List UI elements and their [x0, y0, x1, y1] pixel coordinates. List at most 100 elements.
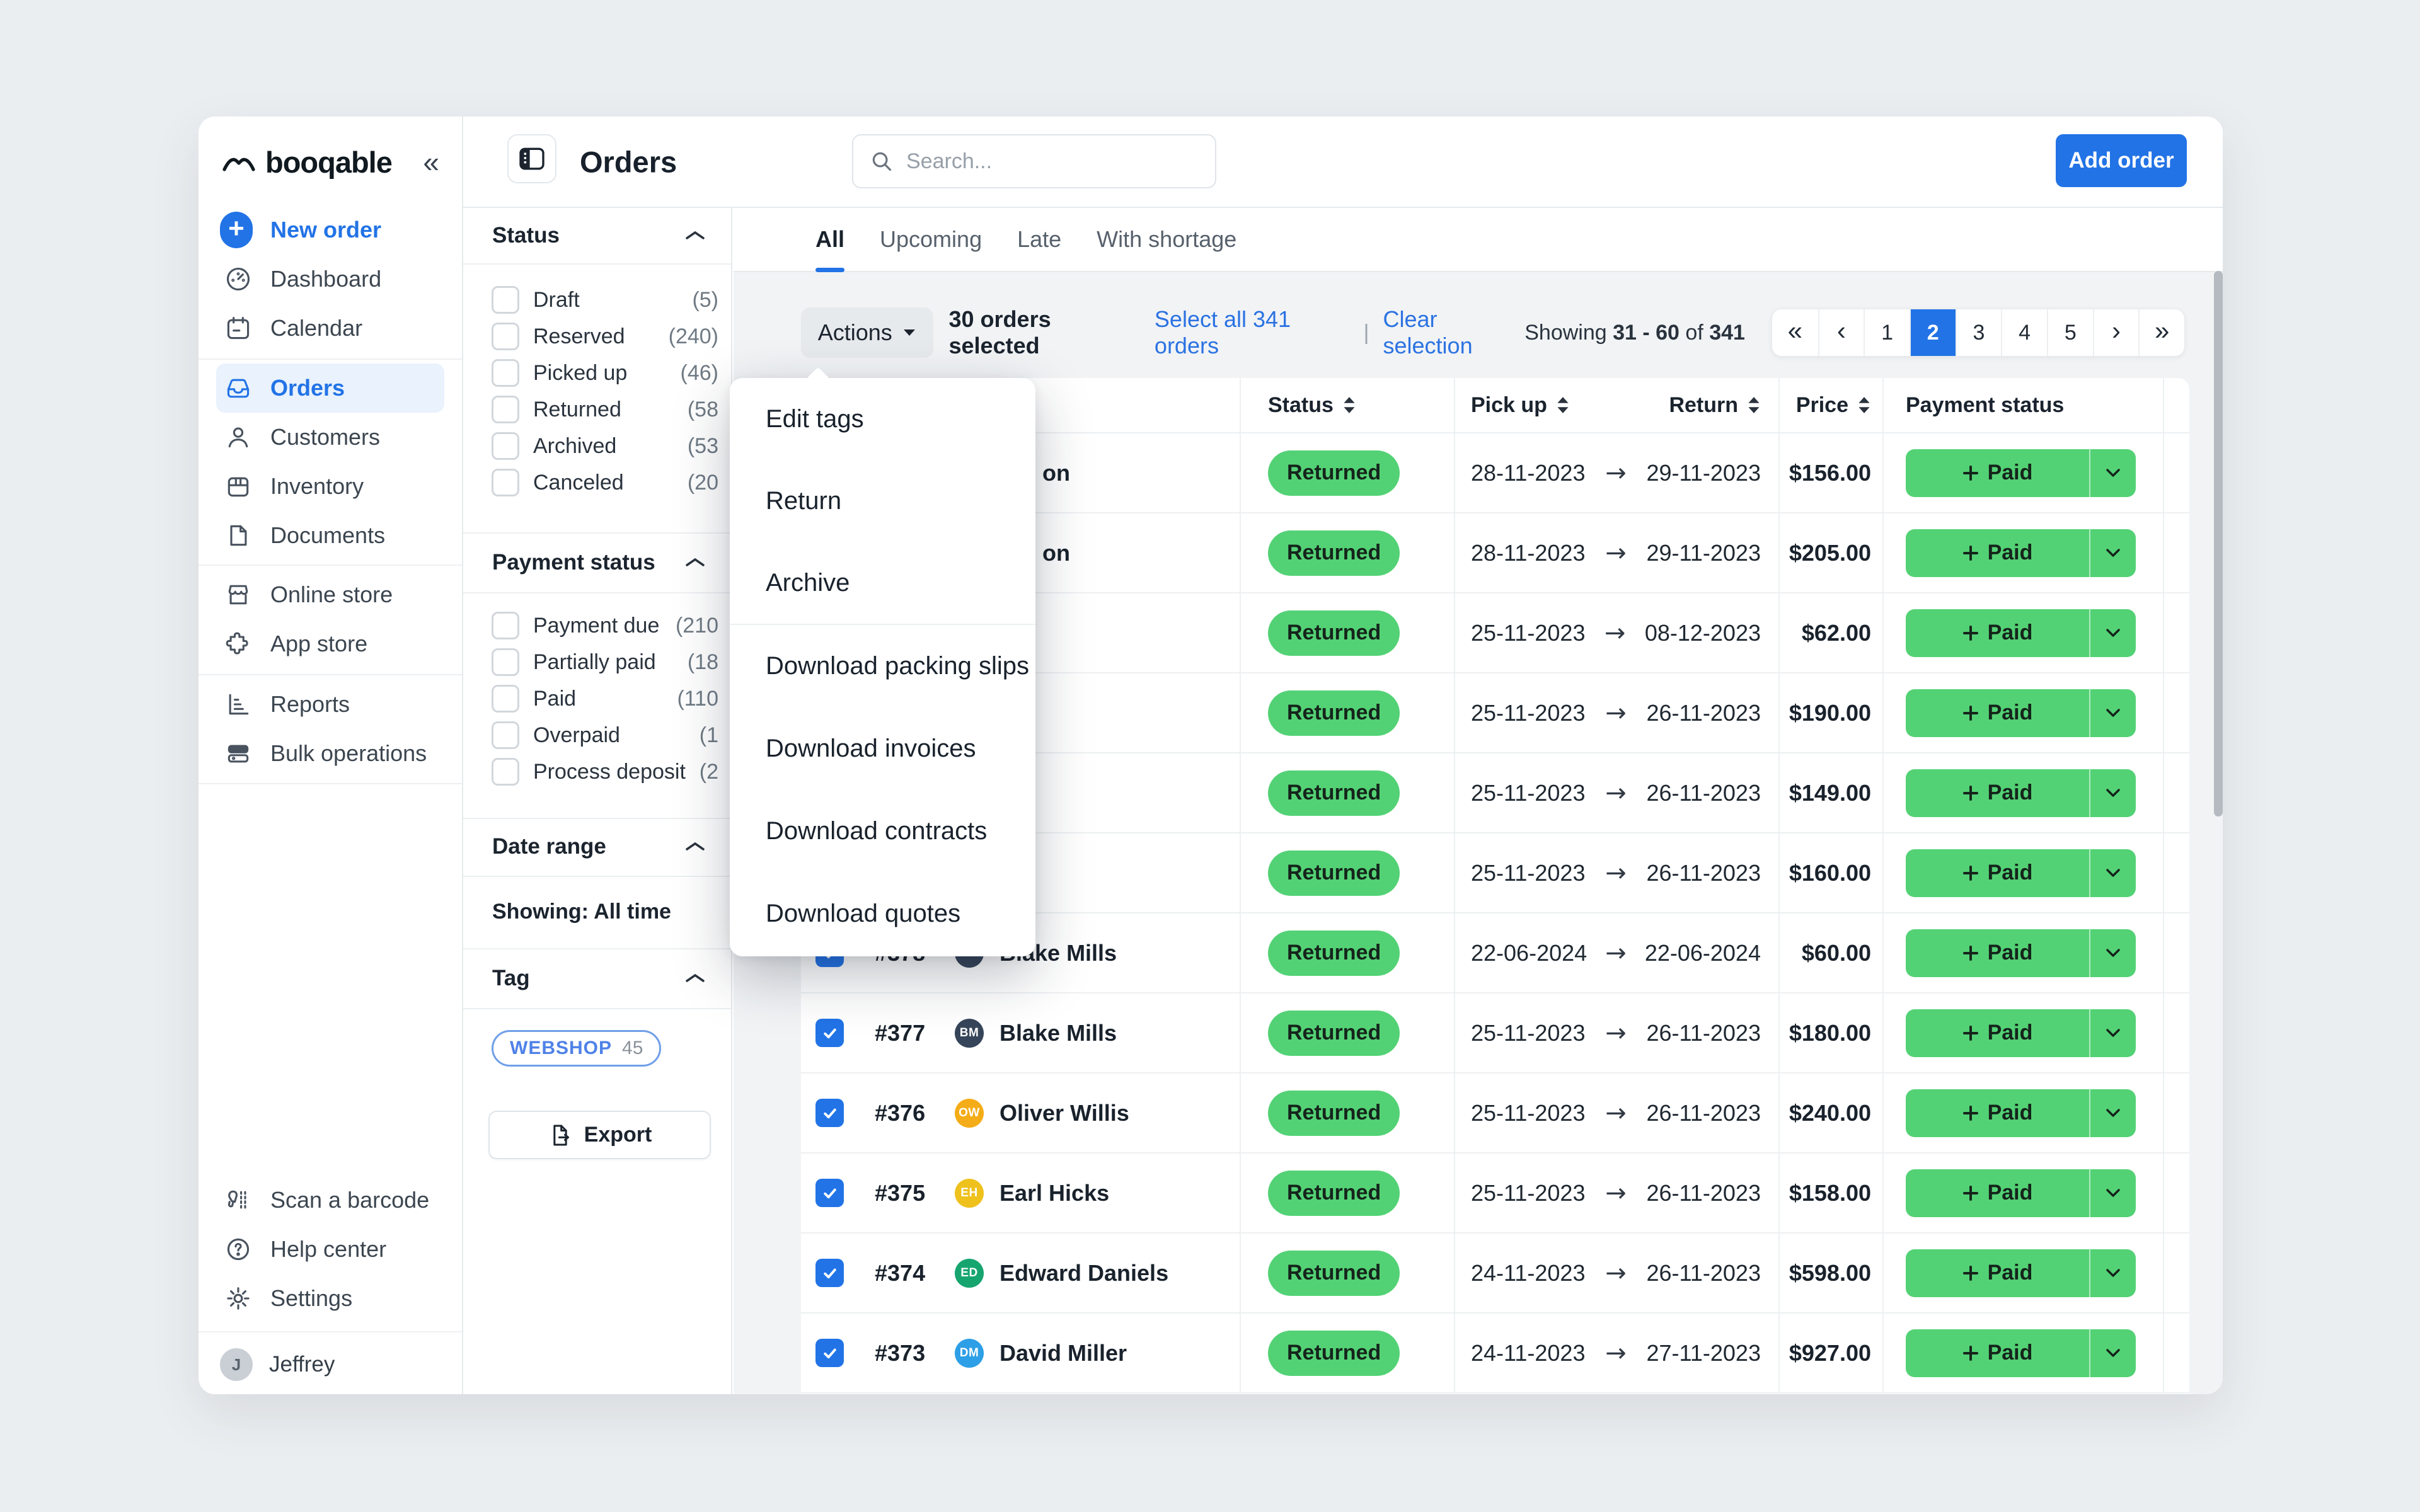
sidebar-item-bulk-operations[interactable]: Bulk operations: [216, 729, 444, 778]
row-checkbox-checked[interactable]: [815, 1019, 844, 1047]
page-button[interactable]: 5: [2047, 309, 2093, 356]
menu-item[interactable]: Archive: [730, 542, 1035, 624]
table-row[interactable]: #375 EH Earl Hicks Returned 25-11-2023 →…: [801, 1154, 2189, 1234]
checkbox-unchecked[interactable]: [492, 758, 519, 786]
payment-status-button[interactable]: Paid: [1906, 1169, 2136, 1217]
add-payment-paid[interactable]: Paid: [1906, 529, 2090, 577]
status-filter-option[interactable]: Draft (5): [463, 282, 731, 318]
payment-dropdown-toggle[interactable]: [2090, 1009, 2136, 1057]
checkbox-unchecked[interactable]: [492, 323, 519, 350]
add-payment-paid[interactable]: Paid: [1906, 1009, 2090, 1057]
tab[interactable]: All: [815, 208, 844, 271]
checkbox-unchecked[interactable]: [492, 648, 519, 676]
payment-status-button[interactable]: Paid: [1906, 929, 2136, 977]
checkbox-unchecked[interactable]: [492, 432, 519, 460]
export-button[interactable]: Export: [488, 1111, 711, 1159]
add-payment-paid[interactable]: Paid: [1906, 609, 2090, 657]
sidebar-item-settings[interactable]: Settings: [216, 1274, 444, 1323]
add-payment-paid[interactable]: Paid: [1906, 449, 2090, 497]
payment-filter-option[interactable]: Process deposit (2: [463, 753, 731, 790]
payment-filter-option[interactable]: Partially paid (18: [463, 644, 731, 680]
menu-item[interactable]: Download quotes: [730, 873, 1035, 955]
filter-section-tag[interactable]: Tag: [463, 948, 731, 1008]
table-row[interactable]: #373 DM David Miller Returned 24-11-2023…: [801, 1314, 2189, 1394]
status-filter-option[interactable]: Canceled (20: [463, 464, 731, 501]
sidebar-item-new-order[interactable]: New order: [216, 205, 444, 255]
clear-selection-link[interactable]: Clear selection: [1383, 306, 1525, 359]
payment-dropdown-toggle[interactable]: [2090, 1329, 2136, 1377]
table-row[interactable]: #377 BM Blake Mills Returned 25-11-2023 …: [801, 994, 2189, 1074]
checkbox-unchecked[interactable]: [492, 396, 519, 423]
status-filter-option[interactable]: Returned (58: [463, 391, 731, 428]
add-payment-paid[interactable]: Paid: [1906, 1169, 2090, 1217]
user-menu[interactable]: J Jeffrey: [199, 1335, 462, 1394]
payment-dropdown-toggle[interactable]: [2090, 1249, 2136, 1297]
add-payment-paid[interactable]: Paid: [1906, 1249, 2090, 1297]
tab[interactable]: Upcoming: [880, 208, 982, 271]
menu-item[interactable]: Download invoices: [730, 707, 1035, 790]
checkbox-unchecked[interactable]: [492, 685, 519, 713]
payment-status-button[interactable]: Paid: [1906, 769, 2136, 817]
column-return[interactable]: Return: [1669, 393, 1761, 418]
payment-dropdown-toggle[interactable]: [2090, 849, 2136, 897]
payment-dropdown-toggle[interactable]: [2090, 1169, 2136, 1217]
sort-icon[interactable]: [1342, 396, 1356, 415]
search-input[interactable]: Search...: [852, 134, 1216, 188]
select-all-link[interactable]: Select all 341 orders: [1155, 306, 1350, 359]
payment-filter-option[interactable]: Overpaid (1: [463, 717, 731, 753]
payment-dropdown-toggle[interactable]: [2090, 449, 2136, 497]
payment-status-button[interactable]: Paid: [1906, 609, 2136, 657]
payment-dropdown-toggle[interactable]: [2090, 689, 2136, 737]
payment-dropdown-toggle[interactable]: [2090, 609, 2136, 657]
add-payment-paid[interactable]: Paid: [1906, 1089, 2090, 1137]
sort-icon[interactable]: [1747, 396, 1761, 415]
sidebar-item-orders[interactable]: Orders: [216, 364, 444, 413]
payment-dropdown-toggle[interactable]: [2090, 929, 2136, 977]
table-row[interactable]: #376 OW Oliver Willis Returned 25-11-202…: [801, 1074, 2189, 1154]
payment-status-button[interactable]: Paid: [1906, 1009, 2136, 1057]
filter-section-payment-status[interactable]: Payment status: [463, 532, 731, 592]
add-payment-paid[interactable]: Paid: [1906, 849, 2090, 897]
sidebar-item-app-store[interactable]: App store: [216, 619, 444, 668]
window-scrollbar-thumb[interactable]: [2214, 271, 2223, 816]
page-button[interactable]: 1: [1864, 309, 1910, 356]
add-payment-paid[interactable]: Paid: [1906, 1329, 2090, 1377]
payment-status-button[interactable]: Paid: [1906, 529, 2136, 577]
page-button[interactable]: 4: [2001, 309, 2047, 356]
row-checkbox-checked[interactable]: [815, 1099, 844, 1127]
sidebar-item-scan-barcode[interactable]: Scan a barcode: [216, 1176, 444, 1225]
menu-item[interactable]: Edit tags: [730, 378, 1035, 460]
page-button[interactable]: 2: [1910, 309, 1956, 356]
table-row[interactable]: #374 ED Edward Daniels Returned 24-11-20…: [801, 1234, 2189, 1314]
tab[interactable]: Late: [1017, 208, 1061, 271]
collapse-sidebar-icon[interactable]: «: [423, 147, 439, 176]
sidebar-item-inventory[interactable]: Inventory: [216, 462, 444, 511]
tab[interactable]: With shortage: [1097, 208, 1236, 271]
sidebar-item-calendar[interactable]: Calendar: [216, 304, 444, 353]
add-payment-paid[interactable]: Paid: [1906, 929, 2090, 977]
sidebar-item-customers[interactable]: Customers: [216, 413, 444, 462]
column-price[interactable]: Price: [1780, 378, 1884, 432]
payment-status-button[interactable]: Paid: [1906, 449, 2136, 497]
payment-dropdown-toggle[interactable]: [2090, 529, 2136, 577]
page-button[interactable]: «: [1772, 309, 1818, 356]
page-button[interactable]: ‹: [1818, 309, 1864, 356]
tag-webshop-pill[interactable]: WEBSHOP 45: [492, 1030, 661, 1067]
status-filter-option[interactable]: Picked up (46): [463, 355, 731, 391]
sort-icon[interactable]: [1556, 396, 1570, 415]
sort-icon[interactable]: [1857, 396, 1871, 415]
sidebar-item-dashboard[interactable]: Dashboard: [216, 255, 444, 304]
menu-item[interactable]: Download contracts: [730, 790, 1035, 873]
payment-dropdown-toggle[interactable]: [2090, 769, 2136, 817]
status-filter-option[interactable]: Reserved (240): [463, 318, 731, 355]
toggle-panel-button[interactable]: [507, 134, 556, 183]
payment-status-button[interactable]: Paid: [1906, 1329, 2136, 1377]
payment-status-button[interactable]: Paid: [1906, 1249, 2136, 1297]
row-checkbox-checked[interactable]: [815, 1259, 844, 1287]
payment-status-button[interactable]: Paid: [1906, 1089, 2136, 1137]
row-checkbox-checked[interactable]: [815, 1339, 844, 1367]
actions-dropdown-button[interactable]: Actions: [801, 307, 933, 358]
add-payment-paid[interactable]: Paid: [1906, 769, 2090, 817]
sidebar-item-reports[interactable]: Reports: [216, 680, 444, 729]
payment-status-button[interactable]: Paid: [1906, 689, 2136, 737]
